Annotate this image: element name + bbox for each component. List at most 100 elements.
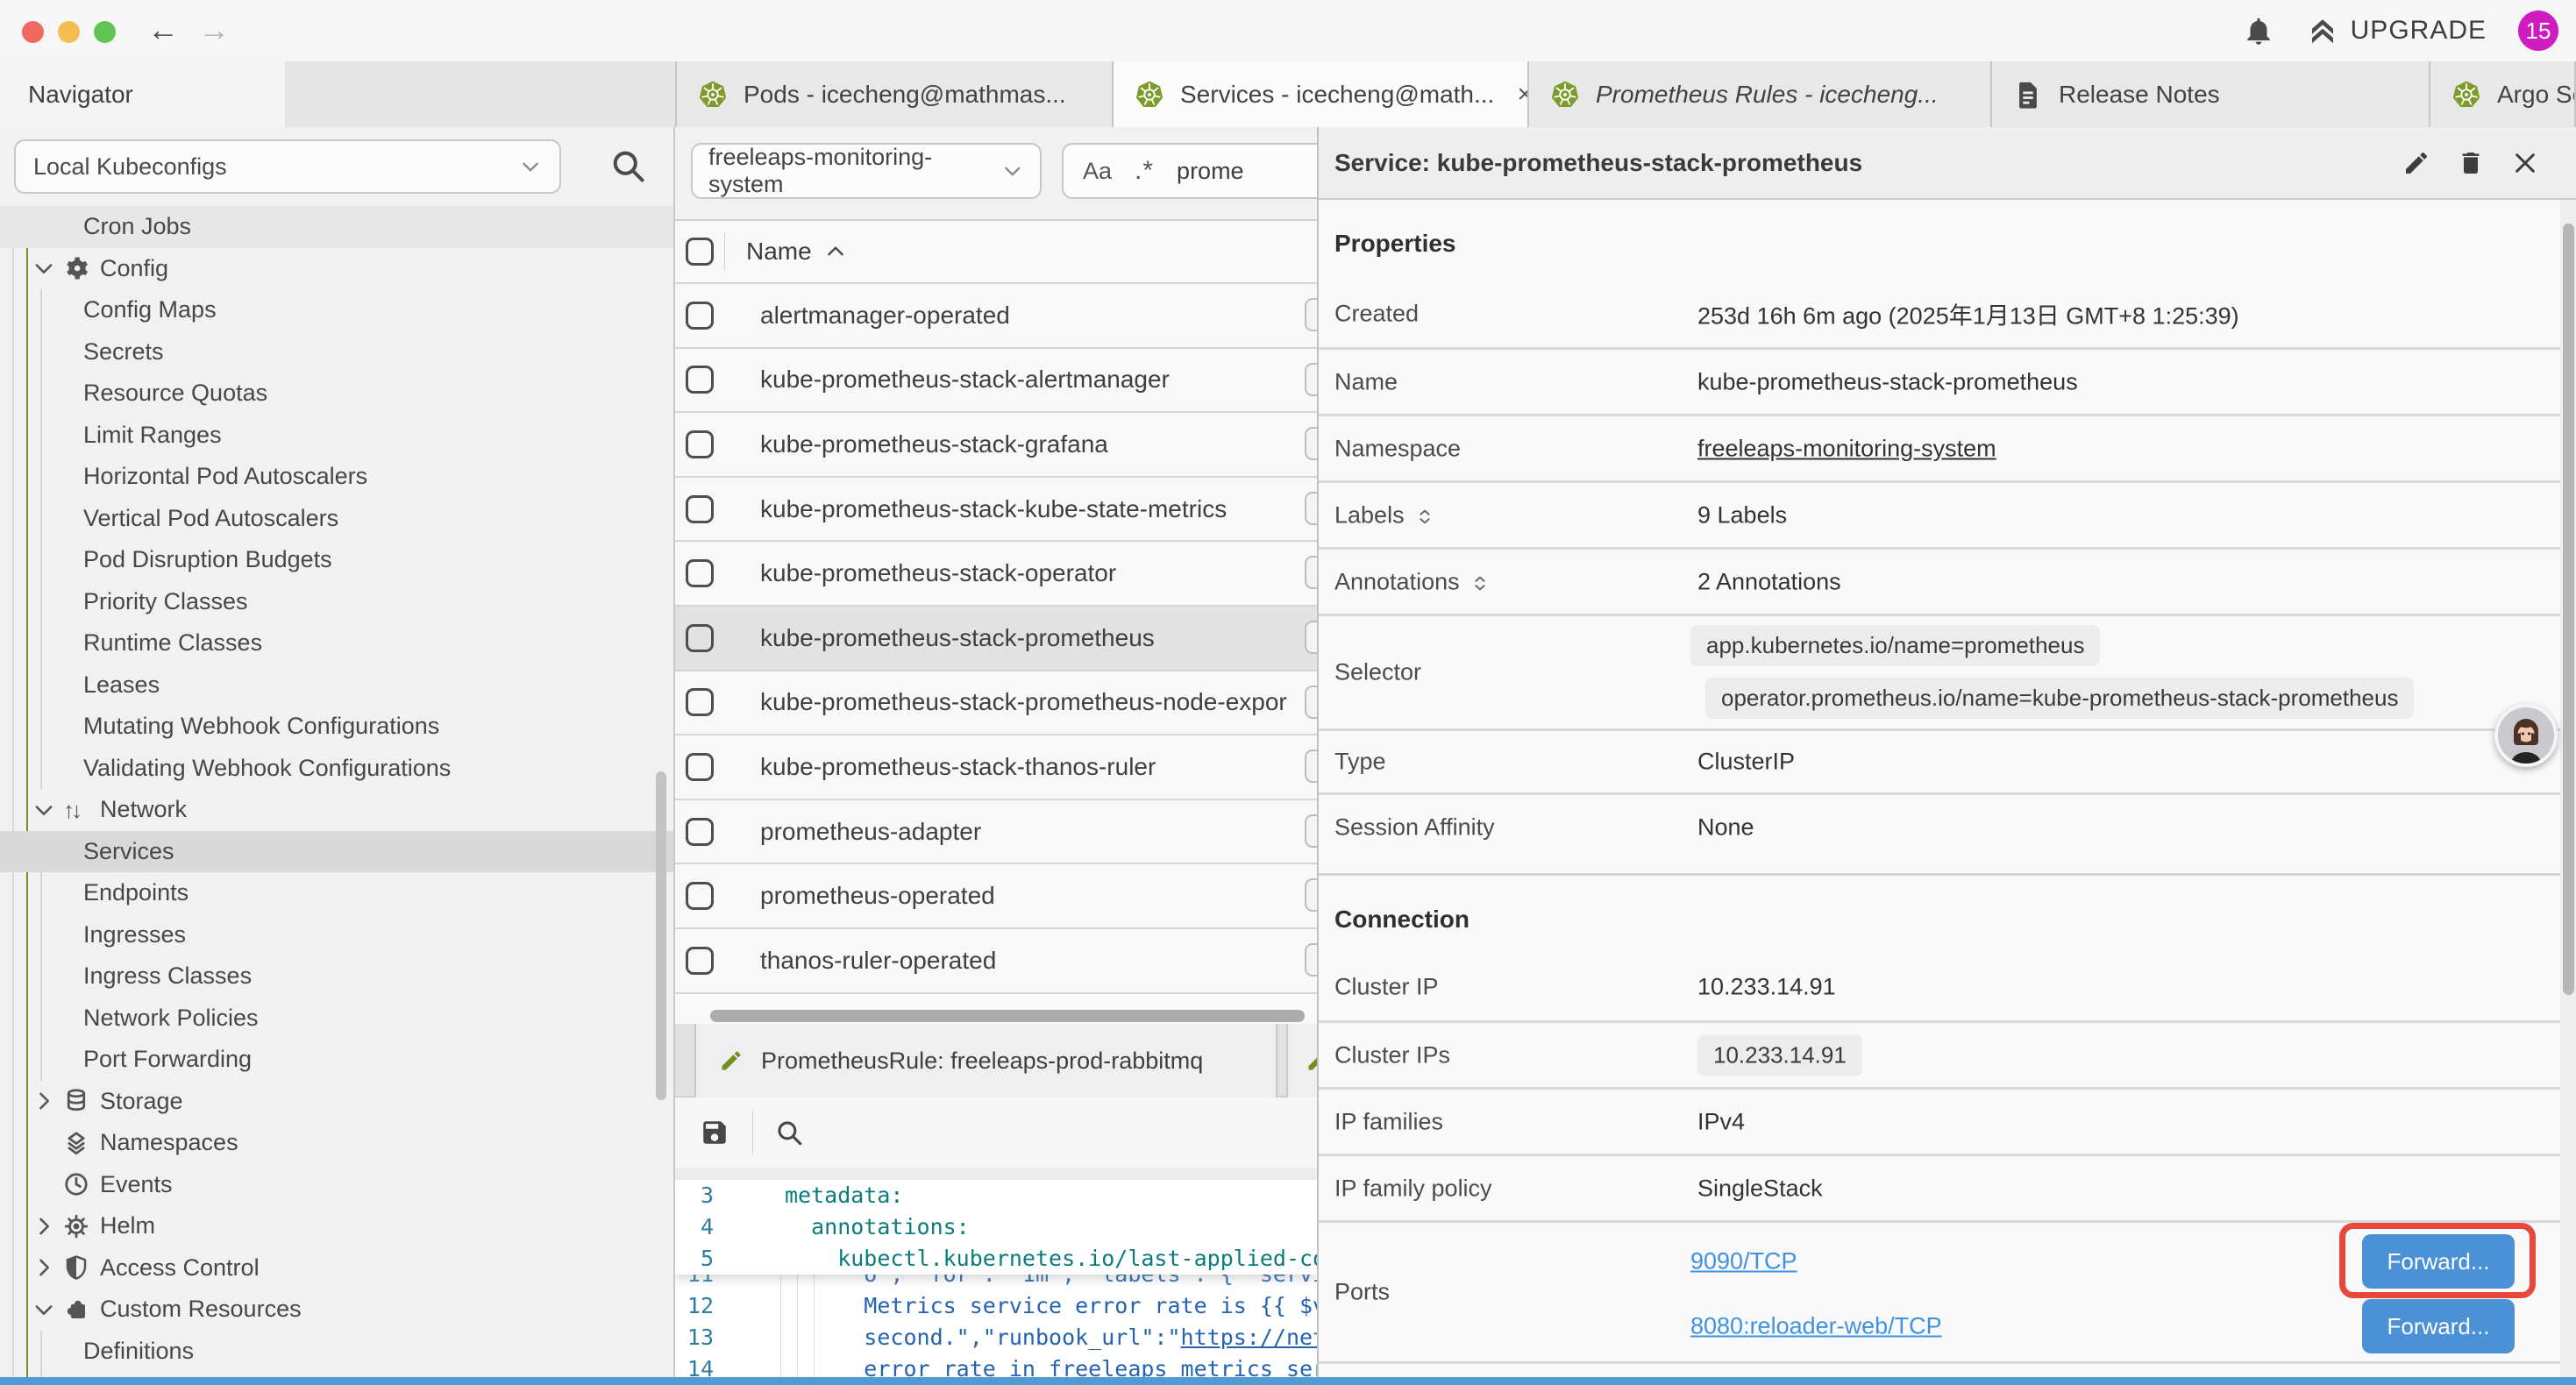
back-button[interactable]: ← bbox=[147, 9, 179, 51]
port-link-8080-reloader-web-tcp[interactable]: 8080:reloader-web/TCP bbox=[1690, 1313, 1942, 1340]
row-checkbox[interactable] bbox=[686, 366, 714, 394]
tree-item-ingresses[interactable]: Ingresses bbox=[0, 914, 673, 956]
editor-tab-prometheusrule[interactable]: PrometheusRule: freeleaps-prod-rabbitmq bbox=[694, 1024, 1277, 1097]
row-checkbox[interactable] bbox=[686, 688, 714, 716]
service-row-kube-prometheus-stack-operator[interactable]: kube-prometheus-stack-operator bbox=[675, 540, 1317, 605]
service-row-kube-prometheus-stack-kube-state-metrics[interactable]: kube-prometheus-stack-kube-state-metrics bbox=[675, 476, 1317, 541]
tree-item-storage[interactable]: Storage bbox=[0, 1081, 673, 1123]
row-checkbox[interactable] bbox=[686, 302, 714, 330]
forward-button-9090-tcp[interactable]: Forward... bbox=[2362, 1234, 2515, 1289]
row-checkbox[interactable] bbox=[686, 818, 714, 846]
match-case-toggle[interactable]: Aa bbox=[1083, 158, 1112, 185]
minimize-window-button[interactable] bbox=[58, 21, 80, 43]
tab-argo-se[interactable]: Argo Se bbox=[2430, 61, 2576, 127]
tab-prometheus-rules-icecheng[interactable]: Prometheus Rules - icecheng... bbox=[1529, 61, 1992, 127]
tree-item-port-forwarding[interactable]: Port Forwarding bbox=[0, 1039, 673, 1081]
row-checkbox[interactable] bbox=[686, 495, 714, 523]
tree-item-vertical-pod-autoscalers[interactable]: Vertical Pod Autoscalers bbox=[0, 498, 673, 540]
expand-collapse-icon[interactable] bbox=[1415, 506, 1434, 525]
sidebar-scrollbar[interactable] bbox=[656, 771, 666, 1100]
tree-item-horizontal-pod-autoscalers[interactable]: Horizontal Pod Autoscalers bbox=[0, 456, 673, 498]
row-checkbox[interactable] bbox=[686, 624, 714, 652]
zoom-window-button[interactable] bbox=[94, 21, 116, 43]
tree-item-definitions[interactable]: Definitions bbox=[0, 1331, 673, 1373]
service-row-kube-prometheus-stack-alertmanager[interactable]: kube-prometheus-stack-alertmanager bbox=[675, 347, 1317, 412]
service-row-prometheus-operated[interactable]: prometheus-operated bbox=[675, 863, 1317, 927]
yaml-editor[interactable]: 3metadata:4 annotations:5 kubectl.kubern… bbox=[675, 1180, 1317, 1385]
notifications-bell-icon[interactable] bbox=[2242, 14, 2275, 47]
tab-pods-icecheng-mathmas[interactable]: Pods - icecheng@mathmas... bbox=[675, 61, 1114, 127]
service-row-prometheus-adapter[interactable]: prometheus-adapter bbox=[675, 799, 1317, 863]
table-horizontal-scrollbar[interactable] bbox=[675, 1008, 1317, 1024]
user-avatar[interactable] bbox=[2494, 704, 2558, 767]
tree-item-pod-disruption-budgets[interactable]: Pod Disruption Budgets bbox=[0, 539, 673, 581]
editor-search-icon[interactable] bbox=[774, 1118, 804, 1147]
service-row-kube-prometheus-stack-grafana[interactable]: kube-prometheus-stack-grafana bbox=[675, 411, 1317, 476]
edit-pencil-icon[interactable] bbox=[2402, 149, 2430, 177]
tree-item-network[interactable]: ↑↓Network bbox=[0, 789, 673, 831]
select-all-checkbox[interactable] bbox=[686, 238, 714, 266]
tree-item-access-control[interactable]: Access Control bbox=[0, 1247, 673, 1289]
tree-item-limit-ranges[interactable]: Limit Ranges bbox=[0, 415, 673, 457]
service-row-kube-prometheus-stack-prometheus-node-expo[interactable]: kube-prometheus-stack-prometheus-node-ex… bbox=[675, 670, 1317, 735]
chevron-down-icon[interactable] bbox=[32, 1297, 56, 1322]
chevron-down-icon[interactable] bbox=[32, 798, 56, 822]
editor-tab-next[interactable] bbox=[1286, 1024, 1317, 1097]
tree-item-endpoints[interactable]: Endpoints bbox=[0, 872, 673, 914]
resource-search-input[interactable]: Aa .* prome bbox=[1062, 143, 1317, 199]
sidebar-search-icon[interactable] bbox=[608, 146, 647, 185]
tree-item-namespaces[interactable]: Namespaces bbox=[0, 1122, 673, 1164]
sort-ascending-icon[interactable] bbox=[824, 240, 847, 263]
row-checkbox[interactable] bbox=[686, 430, 714, 458]
kubeconfig-selector[interactable]: Local Kubeconfigs bbox=[14, 139, 561, 194]
tree-item-cron-jobs[interactable]: Cron Jobs bbox=[0, 206, 673, 248]
tab-release-notes[interactable]: Release Notes bbox=[1992, 61, 2430, 127]
service-row-kube-prometheus-stack-thanos-ruler[interactable]: kube-prometheus-stack-thanos-ruler bbox=[675, 734, 1317, 799]
close-icon[interactable] bbox=[2511, 149, 2539, 177]
forward-button[interactable]: → bbox=[198, 9, 230, 51]
service-row-kube-prometheus-stack-prometheus[interactable]: kube-prometheus-stack-prometheus bbox=[675, 605, 1317, 670]
tree-item-resource-quotas[interactable]: Resource Quotas bbox=[0, 373, 673, 415]
namespace-selector[interactable]: freeleaps-monitoring-system bbox=[691, 143, 1042, 199]
tab-services-icecheng-math[interactable]: Services - icecheng@math...× bbox=[1114, 61, 1529, 127]
service-row-alertmanager-operated[interactable]: alertmanager-operated bbox=[675, 282, 1317, 347]
tree-item-validating-webhook-configurations[interactable]: Validating Webhook Configurations bbox=[0, 748, 673, 790]
tree-item-priority-classes[interactable]: Priority Classes bbox=[0, 581, 673, 623]
tree-item-custom-resources[interactable]: Custom Resources bbox=[0, 1289, 673, 1331]
expand-collapse-icon[interactable] bbox=[1470, 572, 1490, 592]
upgrade-button[interactable]: UPGRADE bbox=[2307, 15, 2487, 46]
row-checkbox[interactable] bbox=[686, 882, 714, 910]
tree-item-label: Runtime Classes bbox=[83, 629, 262, 657]
chevron-right-icon[interactable] bbox=[32, 1089, 56, 1113]
detail-scrollbar[interactable] bbox=[2563, 224, 2574, 995]
chevron-down-icon[interactable] bbox=[32, 256, 56, 281]
tree-item-config[interactable]: Config bbox=[0, 248, 673, 290]
tree-item-events[interactable]: Events bbox=[0, 1164, 673, 1206]
close-window-button[interactable] bbox=[22, 21, 44, 43]
regex-toggle[interactable]: .* bbox=[1135, 156, 1154, 186]
tree-item-services[interactable]: Services bbox=[0, 831, 673, 873]
chevron-right-icon[interactable] bbox=[32, 1214, 56, 1239]
name-column-header[interactable]: Name bbox=[746, 238, 812, 266]
service-row-thanos-ruler-operated[interactable]: thanos-ruler-operated bbox=[675, 927, 1317, 994]
port-link-9090-tcp[interactable]: 9090/TCP bbox=[1690, 1248, 1797, 1275]
save-icon[interactable] bbox=[700, 1118, 729, 1147]
tree-item-network-policies[interactable]: Network Policies bbox=[0, 998, 673, 1040]
tree-item-secrets[interactable]: Secrets bbox=[0, 331, 673, 373]
forward-button-8080-reloader-web-tcp[interactable]: Forward... bbox=[2362, 1299, 2515, 1353]
tree-item-ingress-classes[interactable]: Ingress Classes bbox=[0, 955, 673, 998]
tree-item-mutating-webhook-configurations[interactable]: Mutating Webhook Configurations bbox=[0, 706, 673, 748]
row-checkbox[interactable] bbox=[686, 947, 714, 975]
row-checkbox[interactable] bbox=[686, 559, 714, 587]
delete-trash-icon[interactable] bbox=[2457, 149, 2485, 177]
tab-close-icon[interactable]: × bbox=[1517, 82, 1529, 108]
tree-item-runtime-classes[interactable]: Runtime Classes bbox=[0, 622, 673, 664]
row-checkbox[interactable] bbox=[686, 753, 714, 781]
navigator-panel-tab[interactable]: Navigator bbox=[0, 61, 285, 127]
tree-item-helm[interactable]: Helm bbox=[0, 1205, 673, 1247]
namespace-link[interactable]: freeleaps-monitoring-system bbox=[1697, 435, 1996, 462]
notification-count-badge[interactable]: 15 bbox=[2518, 11, 2558, 51]
chevron-right-icon[interactable] bbox=[32, 1255, 56, 1280]
tree-item-leases[interactable]: Leases bbox=[0, 664, 673, 707]
tree-item-config-maps[interactable]: Config Maps bbox=[0, 289, 673, 331]
